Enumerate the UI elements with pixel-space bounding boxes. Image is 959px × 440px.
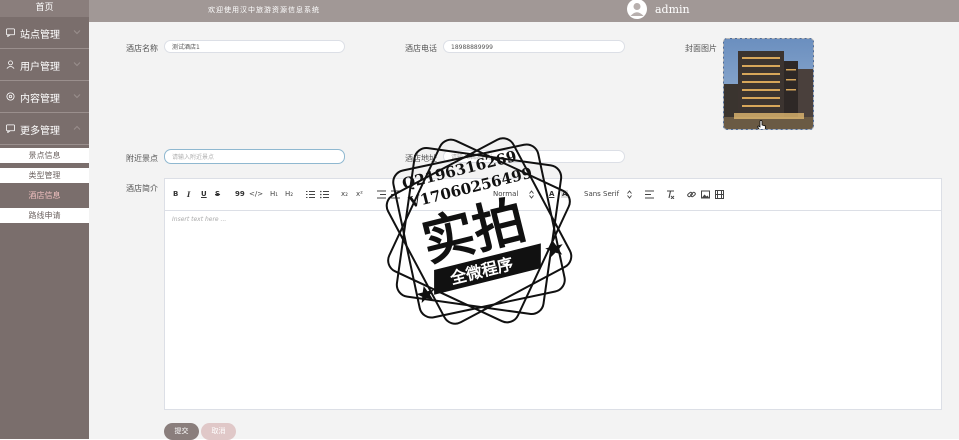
top-bar: 欢迎使用汉中旅游资源信息系统 admin bbox=[89, 0, 959, 22]
clear-format-icon[interactable] bbox=[666, 190, 675, 199]
hotel-phone-label: 酒店电话 bbox=[405, 44, 437, 53]
nearby-spots-label: 附近景点 bbox=[126, 154, 158, 163]
watermark-stamp: Q2196316269 V17060256499 实拍 全微程序 bbox=[385, 137, 573, 325]
avatar[interactable] bbox=[627, 0, 647, 19]
sidebar-menu-content[interactable]: 内容管理 bbox=[0, 82, 89, 113]
chevron-down-icon bbox=[73, 94, 81, 99]
sidebar-menu-label: 内容管理 bbox=[20, 94, 60, 105]
chevron-down-icon bbox=[73, 62, 81, 67]
underline-button[interactable]: U bbox=[201, 190, 207, 198]
subscript-button[interactable]: x₂ bbox=[341, 190, 348, 198]
sidebar-home-link[interactable]: 首页 bbox=[0, 0, 89, 17]
bullet-list-icon[interactable] bbox=[320, 190, 329, 199]
sidebar-menu-label: 站点管理 bbox=[20, 30, 60, 41]
header1-button[interactable]: H₁ bbox=[270, 190, 278, 198]
cover-image-label: 封面图片 bbox=[685, 44, 717, 53]
sort-arrows-icon bbox=[627, 190, 632, 199]
header2-button[interactable]: H₂ bbox=[285, 190, 293, 198]
submenu-scenic-info[interactable]: 景点信息 bbox=[0, 148, 89, 163]
italic-button[interactable]: I bbox=[187, 190, 190, 199]
chevron-down-icon bbox=[73, 30, 81, 35]
submit-button[interactable]: 提交 bbox=[164, 423, 199, 440]
bold-button[interactable]: B bbox=[173, 190, 178, 198]
hotel-intro-label: 酒店简介 bbox=[126, 184, 158, 193]
hotel-name-input[interactable]: 测试酒店1 bbox=[164, 40, 345, 53]
sidebar-menu-more[interactable]: 更多管理 bbox=[0, 114, 89, 145]
code-block-button[interactable]: </> bbox=[249, 190, 263, 198]
align-left-icon[interactable] bbox=[645, 190, 654, 199]
chevron-up-icon bbox=[73, 125, 81, 130]
blockquote-button[interactable]: 99 bbox=[235, 190, 245, 198]
link-icon[interactable] bbox=[687, 190, 696, 199]
submenu-hotel-info[interactable]: 酒店信息 bbox=[0, 188, 89, 203]
sidebar-menu-site[interactable]: 站点管理 bbox=[0, 18, 89, 49]
submenu-route-application[interactable]: 路线申请 bbox=[0, 208, 89, 223]
settings-icon bbox=[6, 92, 15, 101]
superscript-button[interactable]: x² bbox=[356, 190, 363, 198]
hand-cursor-icon bbox=[757, 120, 766, 129]
chat-icon bbox=[6, 28, 15, 37]
hotel-phone-input[interactable]: 18988889999 bbox=[443, 40, 625, 53]
sidebar: 首页 站点管理 用户管理 内容管理 更多管理 景点信息 类型管理 酒店信息 路线… bbox=[0, 0, 89, 439]
welcome-text: 欢迎使用汉中旅游资源信息系统 bbox=[208, 6, 320, 14]
sidebar-menu-label: 更多管理 bbox=[20, 126, 60, 137]
chat-icon bbox=[6, 124, 15, 133]
cancel-button[interactable]: 取消 bbox=[201, 423, 236, 440]
editor-placeholder: Insert text here ... bbox=[172, 216, 227, 223]
hotel-name-label: 酒店名称 bbox=[126, 44, 158, 53]
submenu-type-management[interactable]: 类型管理 bbox=[0, 168, 89, 183]
user-icon bbox=[6, 60, 15, 69]
username[interactable]: admin bbox=[655, 3, 690, 16]
sidebar-menu-label: 用户管理 bbox=[20, 62, 60, 73]
image-icon[interactable] bbox=[701, 190, 710, 199]
ordered-list-icon[interactable] bbox=[306, 190, 315, 199]
hotel-photo bbox=[724, 39, 813, 129]
video-icon[interactable] bbox=[715, 190, 724, 199]
strike-button[interactable]: S bbox=[215, 190, 220, 198]
sidebar-menu-users[interactable]: 用户管理 bbox=[0, 50, 89, 81]
nearby-spots-input[interactable]: 请输入附近景点 bbox=[164, 149, 345, 164]
cover-image-upload[interactable] bbox=[723, 38, 814, 130]
